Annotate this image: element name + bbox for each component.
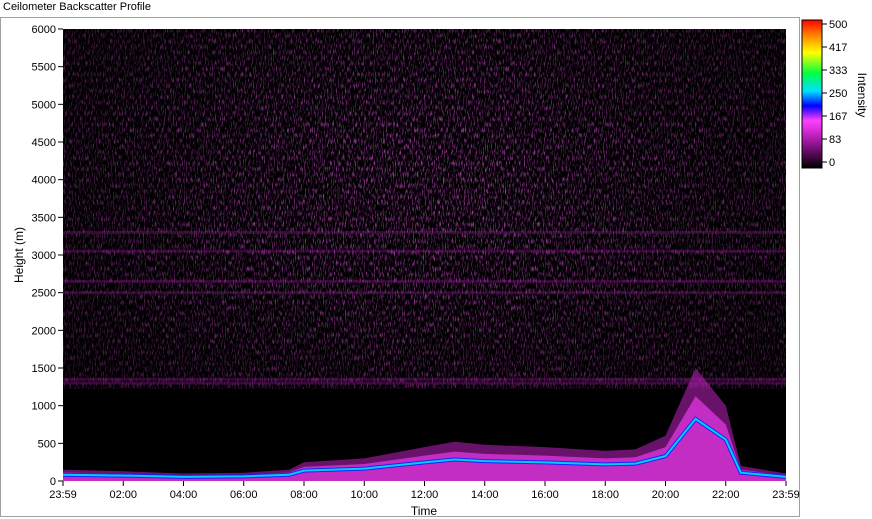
- y-tick-label: 4000: [32, 175, 56, 187]
- background-noise: [63, 29, 786, 389]
- x-tick-label: 02:00: [109, 489, 137, 501]
- colorbar: [801, 19, 823, 169]
- y-tick-label: 6000: [32, 24, 56, 36]
- x-tick-label: 18:00: [591, 489, 619, 501]
- x-axis-label: Time: [411, 504, 438, 518]
- x-tick-label: 23:59: [49, 489, 77, 501]
- signal-band: [63, 249, 786, 253]
- signal-band: [63, 381, 786, 385]
- colorbar-tick-label: 333: [829, 65, 847, 77]
- x-tick-label: 20:00: [652, 489, 680, 501]
- x-tick-label: 14:00: [471, 489, 499, 501]
- backscatter-chart: 0500100015002000250030003500400045005000…: [12, 19, 869, 518]
- y-tick-label: 2500: [32, 288, 56, 300]
- x-tick-label: 23:59: [772, 489, 800, 501]
- y-tick-label: 2000: [32, 325, 56, 337]
- x-tick-label: 04:00: [170, 489, 198, 501]
- x-tick-label: 16:00: [531, 489, 559, 501]
- colorbar-tick-label: 500: [829, 19, 847, 31]
- colorbar-tick-label: 250: [829, 88, 847, 100]
- colorbar-label: Intensity: [855, 73, 869, 118]
- colorbar-tick-label: 167: [829, 111, 847, 123]
- y-tick-label: 0: [50, 476, 56, 488]
- y-tick-label: 5000: [32, 99, 56, 111]
- y-tick-label: 3500: [32, 212, 56, 224]
- y-tick-label: 3000: [32, 250, 56, 262]
- y-axis-label: Height (m): [12, 227, 26, 283]
- signal-band: [63, 377, 786, 381]
- x-tick-label: 06:00: [230, 489, 258, 501]
- x-tick-label: 10:00: [350, 489, 378, 501]
- colorbar-tick-label: 0: [829, 157, 835, 169]
- colorbar-tick-label: 83: [829, 134, 841, 146]
- signal-band: [63, 291, 786, 295]
- colorbar-tick-label: 417: [829, 42, 847, 54]
- x-tick-label: 08:00: [290, 489, 318, 501]
- y-tick-label: 500: [38, 438, 56, 450]
- x-tick-label: 12:00: [411, 489, 439, 501]
- signal-band: [63, 279, 786, 283]
- y-tick-label: 1000: [32, 401, 56, 413]
- y-tick-label: 5500: [32, 62, 56, 74]
- y-tick-label: 1500: [32, 363, 56, 375]
- y-tick-label: 4500: [32, 137, 56, 149]
- x-tick-label: 22:00: [712, 489, 740, 501]
- signal-band: [63, 230, 786, 234]
